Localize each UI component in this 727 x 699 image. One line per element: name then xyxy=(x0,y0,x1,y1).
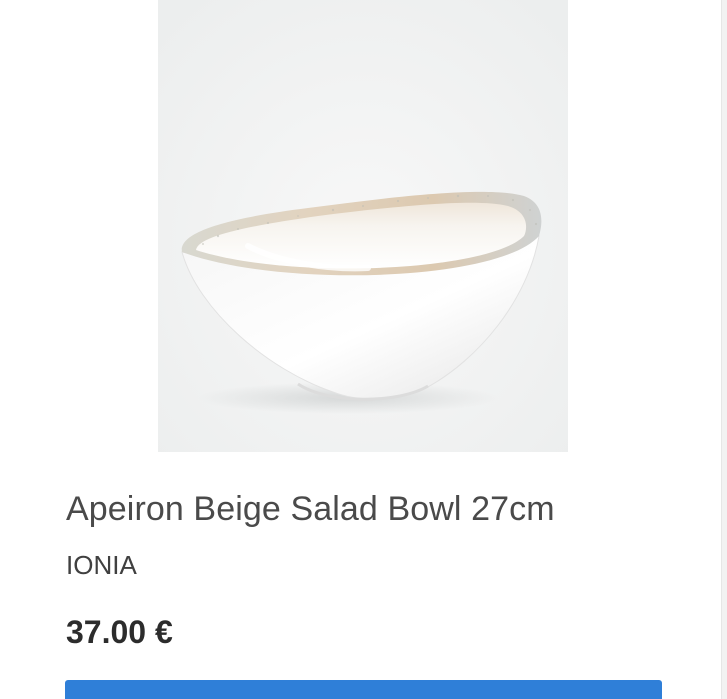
product-image[interactable] xyxy=(158,0,568,452)
scrollbar[interactable] xyxy=(721,0,727,699)
product-title: Apeiron Beige Salad Bowl 27cm xyxy=(66,490,555,528)
add-to-cart-button[interactable] xyxy=(65,680,662,699)
salad-bowl-illustration xyxy=(158,0,568,452)
product-price: 37.00 € xyxy=(66,614,173,650)
product-page: Apeiron Beige Salad Bowl 27cm IONIA 37.0… xyxy=(0,0,727,699)
brand-name[interactable]: IONIA xyxy=(66,548,137,582)
